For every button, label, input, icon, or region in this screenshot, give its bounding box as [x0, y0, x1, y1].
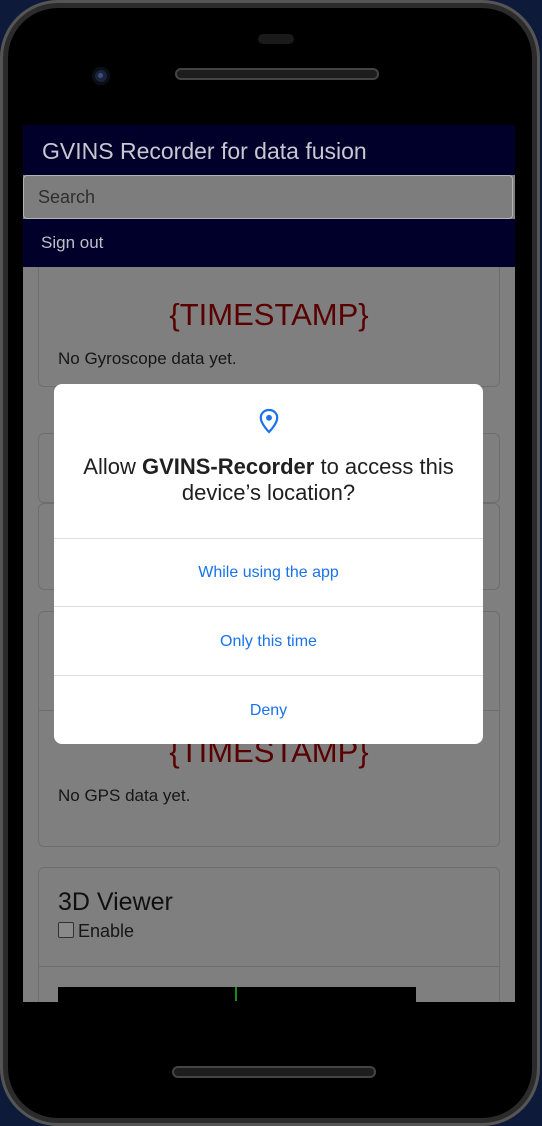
viewer-axis-marker — [235, 987, 237, 1001]
gps-status: No GPS data yet. — [58, 786, 191, 805]
dialog-divider — [54, 606, 483, 607]
location-permission-dialog: Allow GVINS-Recorder to access this devi… — [54, 384, 483, 744]
viewer-card: 3D Viewer Enable — [38, 867, 500, 1002]
app-title: GVINS Recorder for data fusion — [42, 138, 367, 164]
dialog-divider — [54, 538, 483, 539]
earpiece-speaker — [175, 68, 379, 80]
app-bar: GVINS Recorder for data fusion — [23, 125, 515, 175]
gyroscope-timestamp: {TIMESTAMP} — [169, 297, 369, 332]
sign-out-bar: Sign out — [23, 219, 515, 267]
search-input[interactable]: Search — [23, 175, 513, 219]
enable-checkbox[interactable] — [58, 922, 74, 938]
bottom-speaker — [172, 1066, 376, 1078]
phone-frame: GVINS Recorder for data fusion Search Si… — [0, 0, 540, 1126]
only-this-time-button[interactable]: Only this time — [54, 633, 483, 651]
location-pin-icon — [259, 408, 279, 434]
proximity-sensor — [258, 34, 294, 44]
dialog-message-prefix: Allow — [83, 454, 142, 479]
viewer-enable-row: Enable — [58, 921, 134, 942]
dialog-divider — [54, 675, 483, 676]
dialog-message: Allow GVINS-Recorder to access this devi… — [74, 454, 463, 506]
enable-label: Enable — [78, 921, 135, 941]
gyroscope-card: {TIMESTAMP} No Gyroscope data yet. — [38, 267, 500, 387]
deny-button[interactable]: Deny — [54, 702, 483, 720]
dialog-app-name: GVINS-Recorder — [141, 454, 315, 479]
viewer-title: 3D Viewer — [58, 888, 173, 916]
sign-out-link[interactable]: Sign out — [41, 233, 103, 253]
while-using-app-button[interactable]: While using the app — [54, 564, 483, 582]
gyroscope-status: No Gyroscope data yet. — [58, 349, 237, 368]
front-camera-icon — [92, 67, 110, 85]
viewer-canvas[interactable] — [58, 987, 416, 1002]
viewer-card-divider — [39, 966, 499, 967]
